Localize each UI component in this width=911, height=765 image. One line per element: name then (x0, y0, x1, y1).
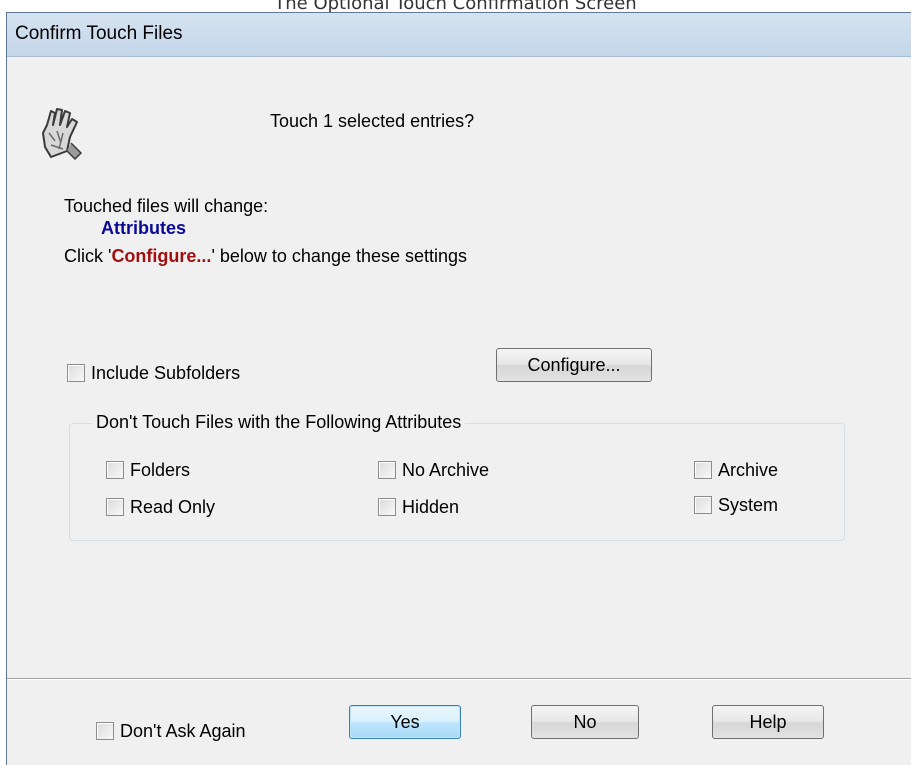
checkbox-box[interactable] (96, 722, 114, 740)
configure-hint-suffix: ' below to change these settings (211, 246, 468, 266)
no-archive-label: No Archive (402, 460, 490, 480)
include-subfolders-checkbox[interactable]: Include Subfolders (67, 362, 240, 384)
confirm-touch-dialog: Confirm Touch Files Touch 1 selected ent… (6, 12, 911, 765)
read-only-label: Read Only (130, 497, 216, 517)
include-subfolders-label: Include Subfolders (91, 363, 241, 383)
checkbox-box[interactable] (106, 461, 124, 479)
footer-divider (7, 678, 911, 680)
configure-hint: Click 'Configure...' below to change the… (64, 245, 467, 267)
checkbox-box[interactable] (378, 461, 396, 479)
dialog-title: Confirm Touch Files (15, 23, 183, 44)
configure-button[interactable]: Configure... (496, 348, 652, 382)
checkbox-box[interactable] (694, 496, 712, 514)
touch-hand-icon (37, 103, 85, 161)
attributes-value: Attributes (101, 218, 186, 238)
dont-ask-again-checkbox[interactable]: Don't Ask Again (96, 720, 246, 742)
no-button[interactable]: No (531, 705, 639, 739)
archive-label: Archive (718, 460, 779, 480)
figure-caption: The Optional Touch Confirmation Screen (274, 0, 637, 12)
checkbox-box[interactable] (694, 461, 712, 479)
title-bar: Confirm Touch Files (7, 13, 911, 57)
archive-checkbox[interactable]: Archive (694, 459, 778, 481)
checkbox-box[interactable] (67, 364, 85, 382)
configure-hint-keyword: Configure... (111, 246, 212, 266)
dont-ask-again-label: Don't Ask Again (120, 721, 246, 741)
confirm-question: Touch 1 selected entries? (270, 111, 475, 131)
help-button[interactable]: Help (712, 705, 824, 739)
configure-hint-prefix: Click ' (64, 246, 112, 266)
folders-label: Folders (130, 460, 191, 480)
system-checkbox[interactable]: System (694, 494, 778, 516)
exclude-attributes-legend: Don't Touch Files with the Following Att… (92, 411, 466, 433)
exclude-attributes-group (69, 423, 845, 541)
hidden-checkbox[interactable]: Hidden (378, 496, 459, 518)
yes-button[interactable]: Yes (349, 705, 461, 739)
hidden-label: Hidden (402, 497, 460, 517)
checkbox-box[interactable] (378, 498, 396, 516)
checkbox-box[interactable] (106, 498, 124, 516)
read-only-checkbox[interactable]: Read Only (106, 496, 215, 518)
touched-files-label: Touched files will change: (64, 196, 269, 216)
folders-checkbox[interactable]: Folders (106, 459, 190, 481)
no-archive-checkbox[interactable]: No Archive (378, 459, 489, 481)
system-label: System (718, 495, 779, 515)
